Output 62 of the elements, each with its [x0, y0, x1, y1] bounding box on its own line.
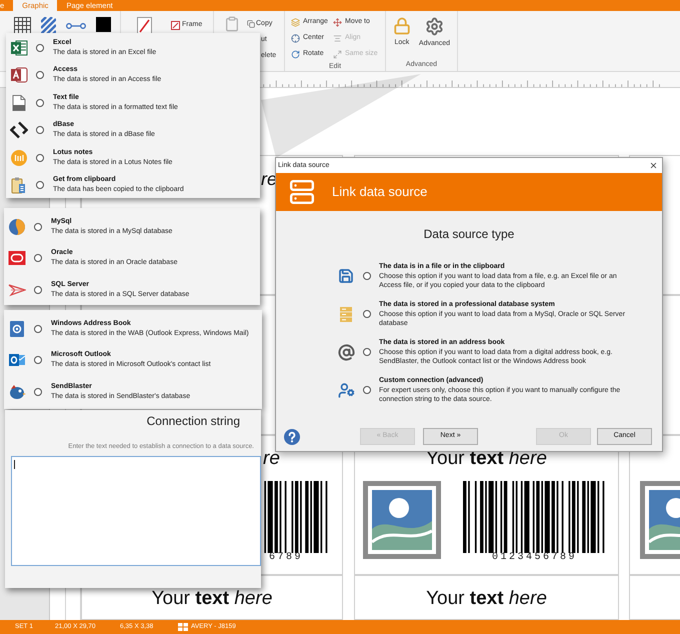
panel-title: Connection string	[146, 414, 240, 428]
frame-icon	[171, 20, 180, 30]
landscape-picture-icon	[363, 481, 441, 559]
align-icon	[333, 34, 342, 42]
radio-button[interactable]	[34, 222, 42, 231]
clipboard-icon	[224, 16, 240, 32]
hatch-pattern-icon[interactable]	[41, 17, 56, 34]
diamond-icon	[10, 121, 28, 140]
connector-icon[interactable]	[66, 22, 86, 30]
text-cursor	[14, 460, 15, 469]
grid-icon	[178, 623, 188, 631]
swirl-logo-icon	[8, 218, 26, 236]
diagonal-line-icon[interactable]	[137, 17, 152, 35]
radio-button[interactable]	[34, 254, 42, 262]
move-icon	[333, 18, 342, 26]
label-caption-text: Your text here	[152, 589, 272, 609]
radio-button[interactable]	[36, 71, 44, 80]
close-icon[interactable]	[649, 161, 658, 170]
radio-button[interactable]	[34, 388, 42, 396]
layers-icon	[291, 18, 300, 26]
user-icon	[338, 382, 354, 398]
radio-button[interactable]	[36, 126, 44, 134]
label-caption-text: re	[263, 449, 280, 469]
lock-icon	[392, 17, 411, 35]
barcode-drawing	[263, 481, 329, 553]
radio-button[interactable]	[363, 272, 371, 280]
oval-logo-icon	[8, 249, 26, 268]
radio-button[interactable]	[36, 98, 44, 107]
radio-button[interactable]	[363, 386, 371, 394]
label-caption-text: Your text here	[426, 449, 547, 469]
at-sign-icon	[338, 344, 354, 360]
rotate-icon	[291, 50, 300, 58]
settings-icon	[424, 17, 444, 36]
barcode-number: 6789	[268, 553, 304, 563]
barcode-number: 0123456789	[492, 553, 577, 563]
radio-button[interactable]	[36, 154, 44, 162]
table-icon[interactable]	[14, 17, 31, 34]
dialog-heading: Data source type	[422, 227, 516, 241]
server-icon	[338, 306, 354, 322]
bird-icon	[8, 382, 26, 401]
document-icon	[10, 94, 28, 112]
save-icon	[338, 268, 354, 284]
round-logo-icon	[10, 148, 28, 167]
spreadsheet-icon	[10, 38, 28, 57]
server-icon	[289, 179, 315, 205]
radio-button[interactable]	[36, 44, 44, 52]
help-icon[interactable]	[284, 428, 300, 444]
radio-button[interactable]	[34, 324, 42, 333]
radio-button[interactable]	[34, 356, 42, 364]
address-book-icon	[8, 320, 26, 338]
radio-button[interactable]	[363, 348, 371, 356]
copy-icon	[247, 20, 255, 28]
crosshair-icon	[291, 34, 300, 42]
radio-button[interactable]	[36, 181, 44, 190]
dialog-header-title: Link data source	[332, 184, 428, 200]
database-file-icon	[10, 66, 28, 84]
resize-icon	[333, 50, 342, 58]
label-caption-text: Your text here	[426, 589, 547, 609]
connection-string-field[interactable]	[11, 456, 261, 566]
radio-button[interactable]	[363, 310, 371, 318]
radio-button[interactable]	[34, 286, 42, 294]
clipboard-icon	[10, 176, 28, 194]
